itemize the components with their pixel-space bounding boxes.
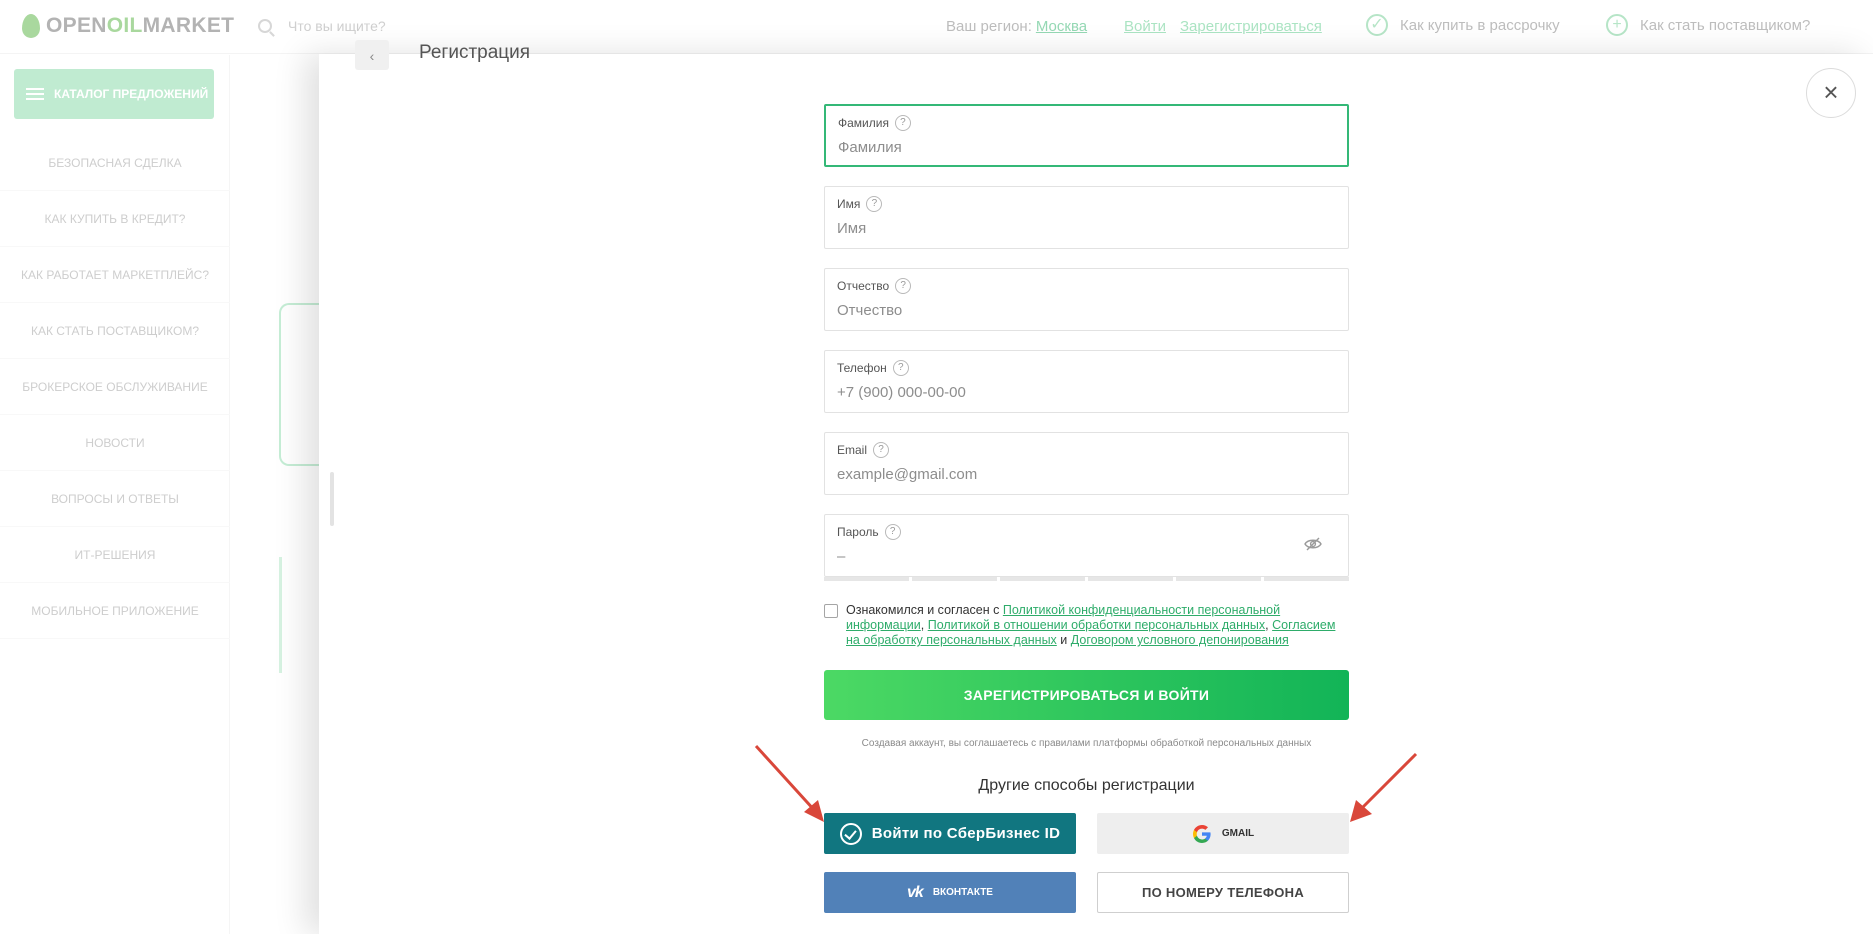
help-icon[interactable]: ? bbox=[894, 115, 911, 131]
vk-icon: vk bbox=[907, 883, 924, 901]
back-button[interactable]: ‹ bbox=[355, 40, 389, 70]
password-label: Пароль bbox=[837, 525, 879, 539]
consent-and: и bbox=[1060, 633, 1068, 647]
firstname-field: Имя? bbox=[824, 186, 1349, 249]
email-input[interactable] bbox=[837, 466, 1297, 483]
close-button[interactable]: × bbox=[1806, 68, 1856, 118]
sber-button-label: Войти по СберБизнес ID bbox=[871, 825, 1061, 842]
patronymic-field: Отчество? bbox=[824, 268, 1349, 331]
help-icon[interactable]: ? bbox=[892, 360, 909, 376]
lastname-label: Фамилия bbox=[838, 116, 889, 130]
registration-form: Фамилия? Имя? Отчество? Телефон? Email? … bbox=[824, 104, 1349, 913]
eye-off-icon[interactable] bbox=[1304, 537, 1322, 551]
scroll-handle[interactable] bbox=[330, 472, 334, 526]
patronymic-label: Отчество bbox=[837, 279, 890, 293]
help-icon[interactable]: ? bbox=[895, 278, 912, 294]
register-submit-button[interactable]: ЗАРЕГИСТРИРОВАТЬСЯ И ВОЙТИ bbox=[824, 670, 1349, 720]
registration-modal: ‹ Регистрация × Фамилия? Имя? Отчество? … bbox=[319, 40, 1873, 934]
password-strength-meter bbox=[824, 577, 1349, 581]
phone-field: Телефон? bbox=[824, 350, 1349, 413]
modal-title: Регистрация bbox=[419, 42, 531, 63]
deposit-agreement-link[interactable]: Договором условного депонирования bbox=[1071, 633, 1289, 647]
phone-label: Телефон bbox=[837, 361, 887, 375]
social-row-2: vk ВКОНТАКТЕ ПО НОМЕРУ ТЕЛЕФОНА bbox=[824, 872, 1349, 913]
processing-policy-link[interactable]: Политикой в отношении обработки персонал… bbox=[928, 618, 1265, 632]
firstname-input[interactable] bbox=[837, 220, 1297, 237]
lastname-field: Фамилия? bbox=[824, 104, 1349, 167]
gmail-button[interactable]: GMAIL bbox=[1097, 813, 1349, 854]
sber-business-id-button[interactable]: Войти по СберБизнес ID bbox=[824, 813, 1076, 854]
other-methods-title: Другие способы регистрации bbox=[978, 777, 1195, 794]
annotation-arrow-left bbox=[754, 744, 824, 822]
lastname-input[interactable] bbox=[838, 139, 1298, 156]
help-icon[interactable]: ? bbox=[866, 196, 883, 212]
close-icon: × bbox=[1823, 77, 1839, 107]
consent-block: Ознакомился и согласен с Политикой конфи… bbox=[824, 603, 1349, 648]
consent-text: Ознакомился и согласен с Политикой конфи… bbox=[846, 603, 1349, 648]
vk-button-label: ВКОНТАКТЕ bbox=[932, 887, 993, 898]
phone-input[interactable] bbox=[837, 384, 1297, 401]
consent-separator: , bbox=[1265, 618, 1269, 632]
email-field: Email? bbox=[824, 432, 1349, 495]
sber-check-icon bbox=[839, 822, 862, 845]
help-icon[interactable]: ? bbox=[873, 442, 890, 458]
gmail-button-label: GMAIL bbox=[1221, 828, 1255, 839]
firstname-label: Имя bbox=[837, 197, 861, 211]
patronymic-input[interactable] bbox=[837, 302, 1297, 319]
consent-prefix: Ознакомился и согласен с bbox=[846, 603, 1000, 617]
help-icon[interactable]: ? bbox=[884, 524, 901, 540]
vk-button[interactable]: vk ВКОНТАКТЕ bbox=[824, 872, 1076, 913]
social-row-1: Войти по СберБизнес ID GMAIL bbox=[824, 813, 1349, 854]
password-input[interactable] bbox=[837, 548, 1297, 565]
phone-register-button[interactable]: ПО НОМЕРУ ТЕЛЕФОНА bbox=[1097, 872, 1349, 913]
consent-checkbox[interactable] bbox=[824, 604, 838, 618]
consent-separator: , bbox=[920, 618, 925, 632]
annotation-arrow-right bbox=[1350, 752, 1418, 822]
terms-note: Создавая аккаунт, вы соглашаетесь с прав… bbox=[861, 738, 1312, 749]
email-label: Email bbox=[837, 443, 868, 457]
google-icon bbox=[1192, 824, 1211, 843]
password-field: Пароль? bbox=[824, 514, 1349, 577]
